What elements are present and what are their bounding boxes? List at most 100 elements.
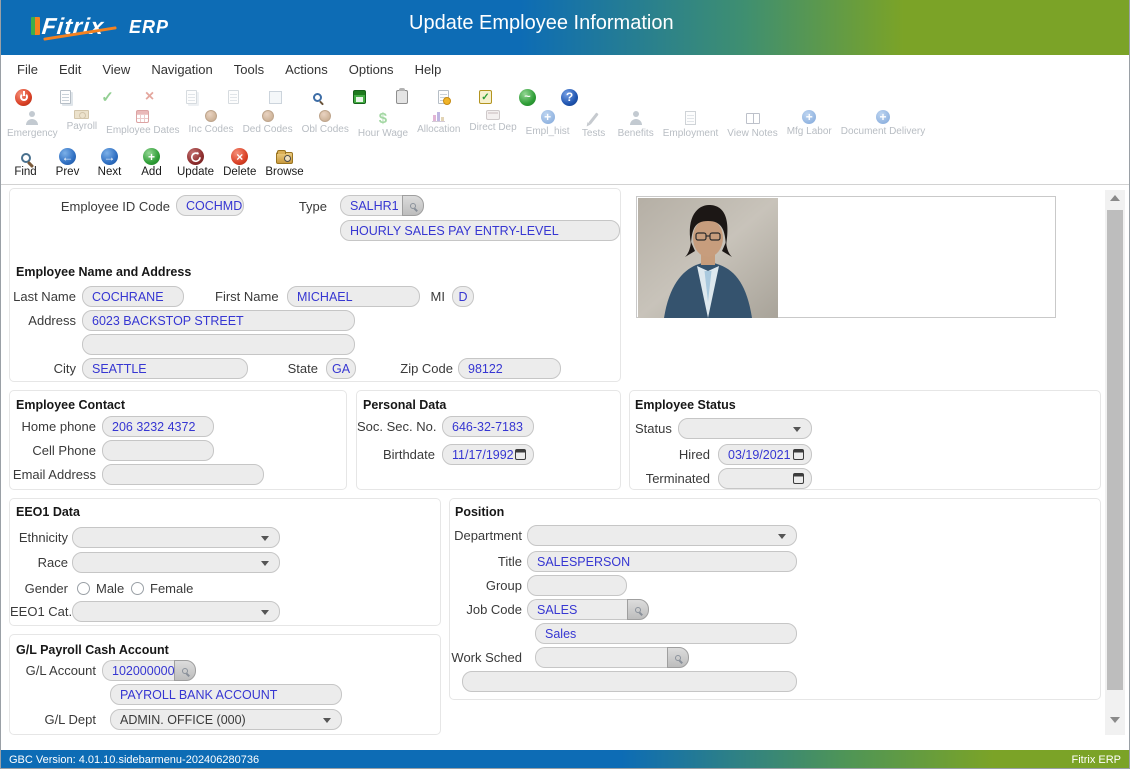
- type-field[interactable]: SALHR1: [340, 195, 402, 216]
- menu-file[interactable]: File: [16, 60, 39, 79]
- gl-dept-label: G/L Dept: [10, 712, 96, 727]
- person-icon: [628, 110, 644, 126]
- module-inc-codes[interactable]: Inc Codes: [189, 110, 234, 135]
- paste-icon[interactable]: [225, 89, 242, 106]
- menu-edit[interactable]: Edit: [58, 60, 82, 79]
- preview-icon[interactable]: [267, 89, 284, 106]
- arrow-right-circle-icon: [101, 148, 118, 165]
- find-button[interactable]: Find: [9, 148, 42, 178]
- calendar-check-icon[interactable]: [477, 89, 494, 106]
- home-phone-label: Home phone: [10, 419, 96, 434]
- update-button[interactable]: Update: [177, 148, 214, 178]
- hired-field[interactable]: 03/19/2021: [718, 444, 812, 465]
- document-alert-icon[interactable]: [435, 89, 452, 106]
- gender-male-radio[interactable]: [77, 582, 90, 595]
- gl-account-label: G/L Account: [10, 663, 96, 678]
- module-document-delivery[interactable]: Document Delivery: [841, 110, 925, 137]
- address-line2-field[interactable]: [82, 334, 355, 355]
- status-comment-icon[interactable]: [519, 89, 536, 106]
- module-employment[interactable]: Employment: [663, 110, 719, 139]
- gl-account-field[interactable]: 102000000: [102, 660, 174, 681]
- vertical-scrollbar[interactable]: [1105, 190, 1125, 735]
- next-button[interactable]: Next: [93, 148, 126, 178]
- action-label: Find: [14, 166, 36, 178]
- module-label: Document Delivery: [841, 126, 925, 137]
- menu-view[interactable]: View: [101, 60, 131, 79]
- calendar-icon[interactable]: [793, 473, 804, 484]
- delete-button[interactable]: Delete: [223, 148, 256, 178]
- home-phone-field[interactable]: 206 3232 4372: [102, 416, 214, 437]
- printer-icon[interactable]: [57, 89, 74, 106]
- module-ded-codes[interactable]: Ded Codes: [243, 110, 293, 135]
- calendar-icon[interactable]: [515, 449, 526, 460]
- help-icon[interactable]: [561, 89, 578, 106]
- prev-button[interactable]: Prev: [51, 148, 84, 178]
- module-payroll[interactable]: Payroll: [67, 110, 98, 132]
- ssn-field[interactable]: 646-32-7183: [442, 416, 534, 437]
- zoom-magnifier-icon[interactable]: [309, 89, 326, 106]
- menu-options[interactable]: Options: [348, 60, 395, 79]
- scroll-down-arrow-icon[interactable]: [1105, 712, 1125, 728]
- status-dropdown[interactable]: [678, 418, 812, 439]
- mi-field[interactable]: D: [452, 286, 474, 307]
- ethnicity-dropdown[interactable]: [72, 527, 280, 548]
- job-code-label: Job Code: [450, 602, 522, 617]
- module-allocation[interactable]: Allocation: [417, 110, 460, 135]
- menu-navigation[interactable]: Navigation: [150, 60, 213, 79]
- work-sched-lookup-button[interactable]: [667, 647, 689, 668]
- position-panel: Position Department Title SALESPERSON Gr…: [449, 498, 1101, 700]
- document-icon: [683, 110, 699, 126]
- email-field[interactable]: [102, 464, 264, 485]
- calendar-icon[interactable]: [793, 449, 804, 460]
- menu-help[interactable]: Help: [414, 60, 443, 79]
- gl-account-lookup-button[interactable]: [174, 660, 196, 681]
- gl-dept-dropdown[interactable]: ADMIN. OFFICE (000): [110, 709, 342, 730]
- cell-phone-field[interactable]: [102, 440, 214, 461]
- city-field[interactable]: SEATTLE: [82, 358, 248, 379]
- power-icon[interactable]: [15, 89, 32, 106]
- menu-actions[interactable]: Actions: [284, 60, 329, 79]
- module-direct-dep[interactable]: Direct Dep: [469, 110, 516, 133]
- module-label: Obl Codes: [302, 124, 349, 135]
- menu-tools[interactable]: Tools: [233, 60, 265, 79]
- module-view-notes[interactable]: View Notes: [727, 110, 777, 139]
- gender-female-radio[interactable]: [131, 582, 144, 595]
- module-empl-hist[interactable]: Empl_hist: [526, 110, 570, 137]
- clipboard-icon[interactable]: [393, 89, 410, 106]
- race-dropdown[interactable]: [72, 552, 280, 573]
- eeo1-cat-dropdown[interactable]: [72, 601, 280, 622]
- employee-id-field[interactable]: COCHMD: [176, 195, 244, 216]
- action-label: Browse: [265, 166, 303, 178]
- last-name-field[interactable]: COCHRANE: [82, 286, 184, 307]
- address-line1-field[interactable]: 6023 BACKSTOP STREET: [82, 310, 355, 331]
- add-button[interactable]: Add: [135, 148, 168, 178]
- group-field[interactable]: [527, 575, 627, 596]
- module-employee-dates[interactable]: Employee Dates: [106, 110, 179, 136]
- module-hour-wage[interactable]: Hour Wage: [358, 110, 408, 139]
- module-benefits[interactable]: Benefits: [618, 110, 654, 139]
- first-name-field[interactable]: MICHAEL: [287, 286, 420, 307]
- terminated-field[interactable]: [718, 468, 812, 489]
- department-dropdown[interactable]: [527, 525, 797, 546]
- state-field[interactable]: GA: [326, 358, 356, 379]
- scroll-up-arrow-icon[interactable]: [1105, 190, 1125, 206]
- copy-icon[interactable]: [183, 89, 200, 106]
- job-code-lookup-button[interactable]: [627, 599, 649, 620]
- coin-icon: [319, 110, 331, 122]
- type-lookup-button[interactable]: [402, 195, 424, 216]
- module-tests[interactable]: Tests: [579, 110, 609, 139]
- module-emergency[interactable]: Emergency: [7, 110, 58, 139]
- scrollbar-thumb[interactable]: [1107, 210, 1123, 690]
- title-field[interactable]: SALESPERSON: [527, 551, 797, 572]
- work-sched-field[interactable]: [535, 647, 667, 668]
- job-code-field[interactable]: SALES: [527, 599, 627, 620]
- position-extra-field[interactable]: [462, 671, 797, 692]
- accept-check-icon[interactable]: [99, 89, 116, 106]
- birthdate-field[interactable]: 11/17/1992: [442, 444, 534, 465]
- browse-button[interactable]: Browse: [265, 148, 303, 178]
- zip-code-field[interactable]: 98122: [458, 358, 561, 379]
- calendar-save-icon[interactable]: [351, 89, 368, 106]
- module-obl-codes[interactable]: Obl Codes: [302, 110, 349, 135]
- cancel-x-icon[interactable]: [141, 89, 158, 106]
- module-mfg-labor[interactable]: Mfg Labor: [787, 110, 832, 137]
